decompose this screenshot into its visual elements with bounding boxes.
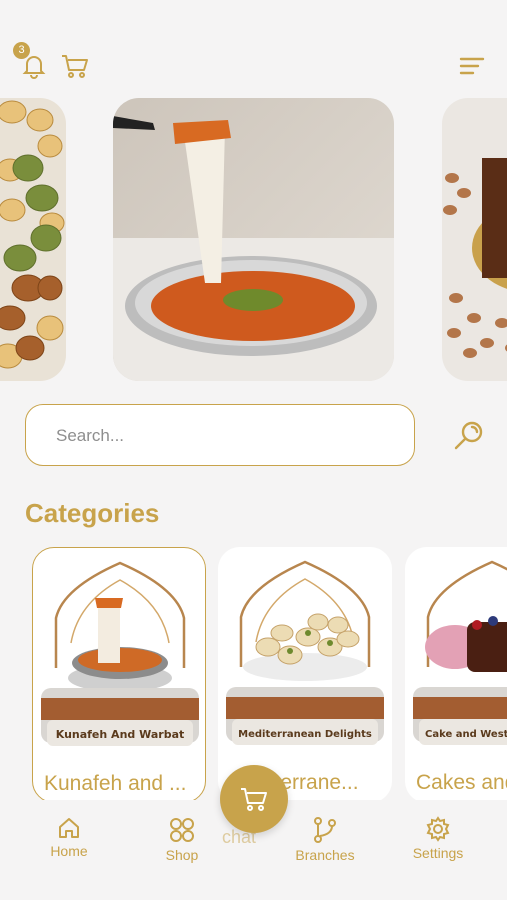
gear-icon	[426, 816, 450, 842]
category-name: Cakes and	[416, 771, 507, 794]
categories-title: Categories	[25, 498, 160, 528]
plate-label: Cake and Wester	[425, 729, 507, 740]
nav-label: Settings	[412, 845, 464, 861]
nav-home[interactable]: Home	[24, 816, 114, 866]
category-card-kunafeh[interactable]: Kunafeh And Warbat Kunafeh and ...	[32, 547, 206, 803]
plate-label: Mediterranean Delights	[238, 729, 372, 740]
category-card-cakes[interactable]: Cake and Wester Cakes and	[405, 547, 507, 803]
category-name: Kunafeh and ...	[44, 772, 187, 795]
carousel-slide-kunafeh[interactable]	[113, 98, 394, 381]
menu-icon[interactable]	[458, 54, 486, 78]
nav-settings[interactable]: Settings	[393, 816, 483, 866]
branch-icon	[314, 817, 336, 843]
nav-label: Home	[50, 843, 88, 859]
nav-label: Branches	[295, 847, 355, 863]
cart-icon	[241, 788, 267, 811]
home-icon	[59, 818, 79, 838]
cart-icon[interactable]	[60, 52, 90, 80]
nav-label: Shop	[165, 847, 199, 863]
hero-carousel[interactable]	[0, 98, 507, 381]
carousel-slide-cake[interactable]	[442, 98, 507, 381]
notification-badge: 3	[13, 42, 30, 59]
cart-fab-button[interactable]	[220, 765, 288, 833]
search-box[interactable]	[25, 404, 415, 466]
carousel-slide-maamoul[interactable]	[0, 98, 66, 381]
category-card-mediterranean[interactable]: Mediterranean Delights Mediterrane...	[218, 547, 392, 803]
top-bar	[0, 40, 507, 90]
nav-shop[interactable]: Shop	[137, 816, 227, 866]
nav-branches[interactable]: Branches	[280, 816, 370, 866]
grid-icon	[170, 818, 194, 842]
search-icon[interactable]	[452, 418, 486, 452]
search-input[interactable]	[56, 423, 386, 449]
plate-label: Kunafeh And Warbat	[56, 728, 185, 741]
